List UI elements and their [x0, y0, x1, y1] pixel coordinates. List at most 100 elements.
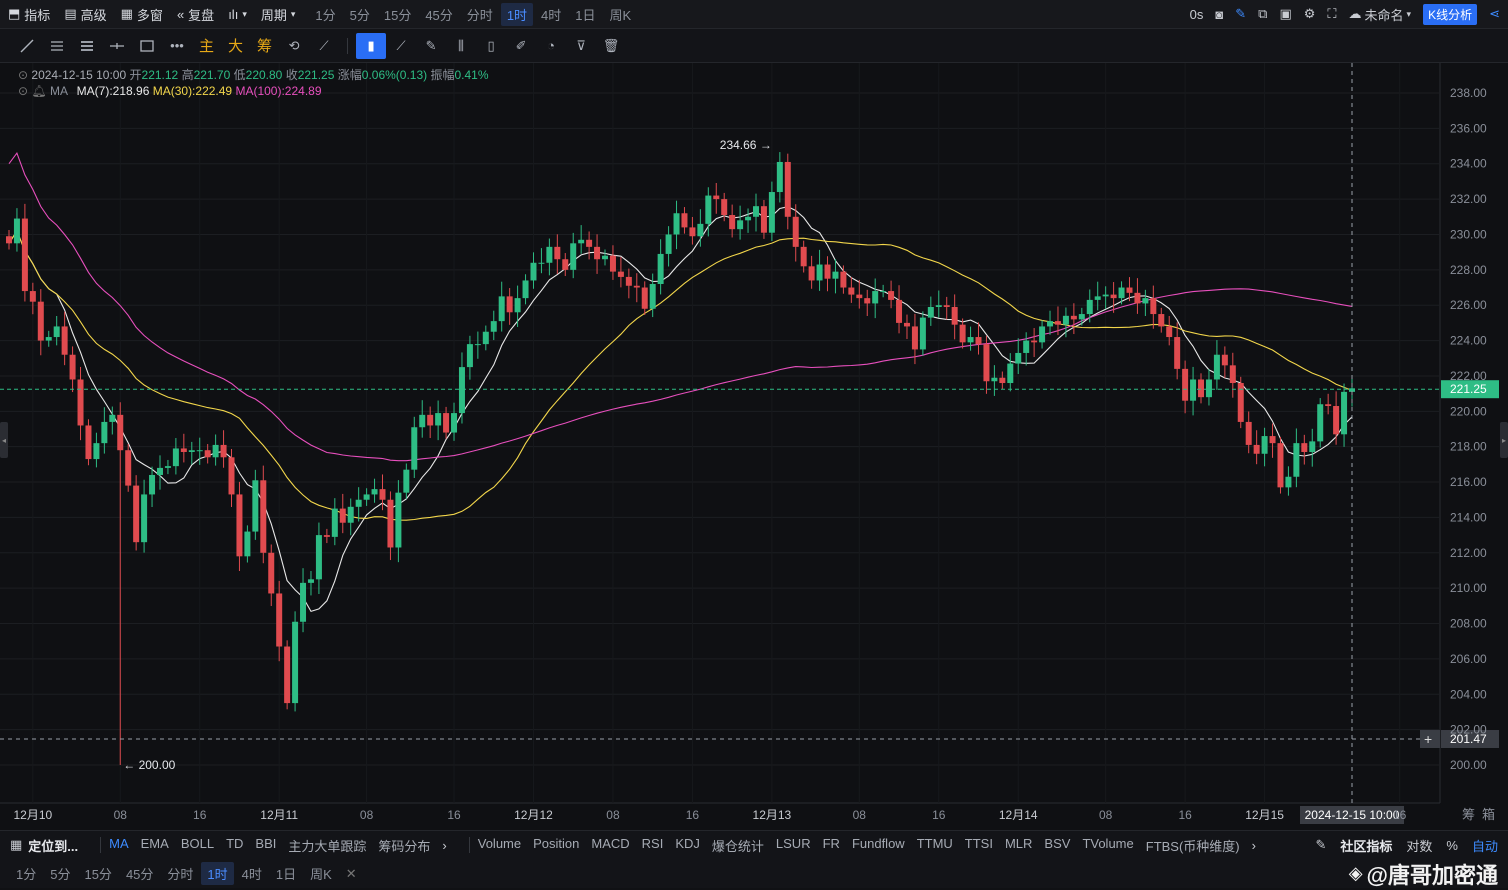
locate-button[interactable]: 定位到...: [28, 836, 78, 855]
bottom-timeframe-tab-1[interactable]: 5分: [44, 862, 76, 885]
period-dropdown[interactable]: 周期 ▾: [261, 5, 296, 24]
sub-indicator-11[interactable]: MLR: [1005, 836, 1032, 855]
pencil-icon[interactable]: ✎: [1235, 6, 1246, 22]
legend-high: 221.70: [193, 68, 231, 82]
timeframe-tab-4[interactable]: 分时: [461, 3, 499, 26]
chevron-right-icon[interactable]: ›: [1252, 838, 1256, 853]
percent-scale-toggle[interactable]: %: [1446, 838, 1458, 853]
main-indicator-1[interactable]: EMA: [141, 836, 169, 855]
sub-indicator-14[interactable]: FTBS(币种维度): [1146, 836, 1240, 855]
right-panel-toggle[interactable]: ▸: [1500, 422, 1508, 458]
main-indicator-5[interactable]: 主力大单跟踪: [288, 836, 366, 855]
bottom-timeframe-tab-5[interactable]: 1时: [201, 862, 234, 885]
timeframe-tab-3[interactable]: 45分: [419, 3, 458, 26]
share-icon[interactable]: ⋖: [1489, 6, 1500, 22]
x-tick-label: 16: [686, 808, 700, 822]
indicators-button[interactable]: ⬒ 指标: [8, 5, 50, 24]
main-indicator-6[interactable]: 筹码分布: [378, 836, 430, 855]
magnet-icon[interactable]: ◔: [536, 33, 566, 59]
sub-indicator-3[interactable]: RSI: [642, 836, 664, 855]
settings-icon[interactable]: ⚙: [1304, 6, 1316, 22]
sub-indicator-10[interactable]: TTSI: [965, 836, 993, 855]
bottom-timeframe-tab-3[interactable]: 45分: [120, 862, 159, 885]
more-tools-icon[interactable]: •••: [162, 33, 192, 59]
ma-label[interactable]: MA: [50, 84, 67, 98]
sub-indicator-7[interactable]: FR: [823, 836, 840, 855]
timeframe-tab-5[interactable]: 1时: [500, 2, 534, 26]
note-icon[interactable]: ✐: [506, 33, 536, 59]
replay-button[interactable]: « 复盘: [177, 5, 214, 24]
lock-icon[interactable]: ▯: [476, 33, 506, 59]
bookmark-icon[interactable]: ▮: [356, 32, 387, 59]
sub-indicator-13[interactable]: TVolume: [1082, 836, 1133, 855]
sub-indicator-5[interactable]: 爆仓统计: [712, 836, 764, 855]
advanced-button[interactable]: ▤ 高级: [64, 5, 106, 24]
bottom-timeframe-tab-4[interactable]: 分时: [161, 862, 199, 885]
trendline-icon[interactable]: [12, 33, 42, 59]
sub-indicator-6[interactable]: LSUR: [776, 836, 811, 855]
bottom-timeframe-tab-2[interactable]: 15分: [78, 862, 117, 885]
candle-body: [45, 337, 52, 341]
bottom-timeframe-tab-6[interactable]: 4时: [236, 862, 268, 885]
left-panel-toggle[interactable]: ◂: [0, 422, 8, 458]
candle-body: [935, 305, 942, 307]
replay-tool-icon[interactable]: ⟲: [279, 33, 309, 59]
timeframe-tab-7[interactable]: 1日: [569, 3, 601, 26]
sub-indicator-1[interactable]: Position: [533, 836, 579, 855]
main-indicator-4[interactable]: BBI: [255, 836, 276, 855]
legend-collapse-icon[interactable]: ⊙: [18, 68, 28, 82]
rectangle-icon[interactable]: [132, 33, 162, 59]
sub-indicator-2[interactable]: MACD: [591, 836, 629, 855]
y-tick-label: 208.00: [1450, 617, 1487, 631]
camera-icon[interactable]: ◙: [1215, 7, 1223, 22]
screenshot-icon[interactable]: ▣: [1279, 6, 1291, 22]
popout-icon[interactable]: ⧉: [1258, 6, 1267, 22]
trash-icon[interactable]: 🗑: [596, 33, 626, 59]
timeframe-tab-8[interactable]: 周K: [604, 3, 638, 26]
candle-body: [427, 414, 434, 426]
sub-indicator-8[interactable]: Fundflow: [852, 836, 905, 855]
parallel-lines-icon[interactable]: [42, 33, 72, 59]
bottom-timeframe-tab-8[interactable]: 周K: [304, 862, 338, 885]
main-indicator-3[interactable]: TD: [226, 836, 243, 855]
community-indicators-button[interactable]: 社区指标: [1340, 836, 1392, 855]
main-force-tool[interactable]: 主: [199, 35, 214, 56]
chevron-right-icon[interactable]: ›: [442, 838, 446, 853]
bottom-timeframe-tab-7[interactable]: 1日: [270, 862, 302, 885]
ruler-icon[interactable]: ⟋: [386, 33, 416, 59]
kline-analysis-button[interactable]: K线分析: [1423, 3, 1478, 25]
big-order-tool[interactable]: 大: [228, 35, 243, 56]
ohlc-legend: ⊙ 2024-12-15 10:00 开221.12 高221.70 低220.…: [18, 68, 489, 82]
bottom-timeframe-tab-0[interactable]: 1分: [10, 862, 42, 885]
log-scale-toggle[interactable]: 对数: [1406, 836, 1432, 855]
pattern-icon[interactable]: ⫼: [446, 33, 476, 59]
measure-icon[interactable]: ⟋: [309, 33, 339, 59]
timeframe-tab-6[interactable]: 4时: [535, 3, 567, 26]
layout-dropdown[interactable]: ☁ 未命名 ▾: [1349, 5, 1412, 24]
main-indicator-2[interactable]: BOLL: [181, 836, 214, 855]
bell-icon[interactable]: 🔔︎: [31, 84, 46, 98]
divider: [347, 37, 349, 54]
fullscreen-icon[interactable]: ⛶: [1327, 6, 1336, 22]
close-icon[interactable]: ✕: [346, 866, 357, 882]
main-indicator-0[interactable]: MA: [109, 836, 129, 855]
sub-indicator-9[interactable]: TTMU: [917, 836, 953, 855]
sub-indicator-4[interactable]: KDJ: [675, 836, 700, 855]
edit-icon[interactable]: ✎: [1315, 837, 1326, 853]
horizontal-line-icon[interactable]: [102, 33, 132, 59]
chart-type-button[interactable]: ılı ▾: [228, 7, 247, 22]
multiwindow-button[interactable]: ▦ 多窗: [121, 5, 163, 24]
chips-tool[interactable]: 筹: [257, 35, 272, 56]
sub-indicator-0[interactable]: Volume: [478, 836, 521, 855]
candlestick-chart[interactable]: 221.25+ 201.472024-12-15 10:00234.66 →← 2…: [0, 63, 1508, 830]
legend-collapse-icon[interactable]: ⊙: [18, 84, 28, 98]
auto-scale-toggle[interactable]: 自动: [1472, 836, 1498, 855]
channel-icon[interactable]: [72, 33, 102, 59]
filter-icon[interactable]: ⊽: [566, 33, 596, 59]
timeframe-tab-1[interactable]: 5分: [344, 3, 376, 26]
timeframe-tab-0[interactable]: 1分: [309, 3, 341, 26]
sub-indicator-12[interactable]: BSV: [1044, 836, 1070, 855]
timeframe-tab-2[interactable]: 15分: [378, 3, 417, 26]
candle-body: [1102, 294, 1109, 297]
brush-icon[interactable]: ✎: [416, 33, 446, 59]
